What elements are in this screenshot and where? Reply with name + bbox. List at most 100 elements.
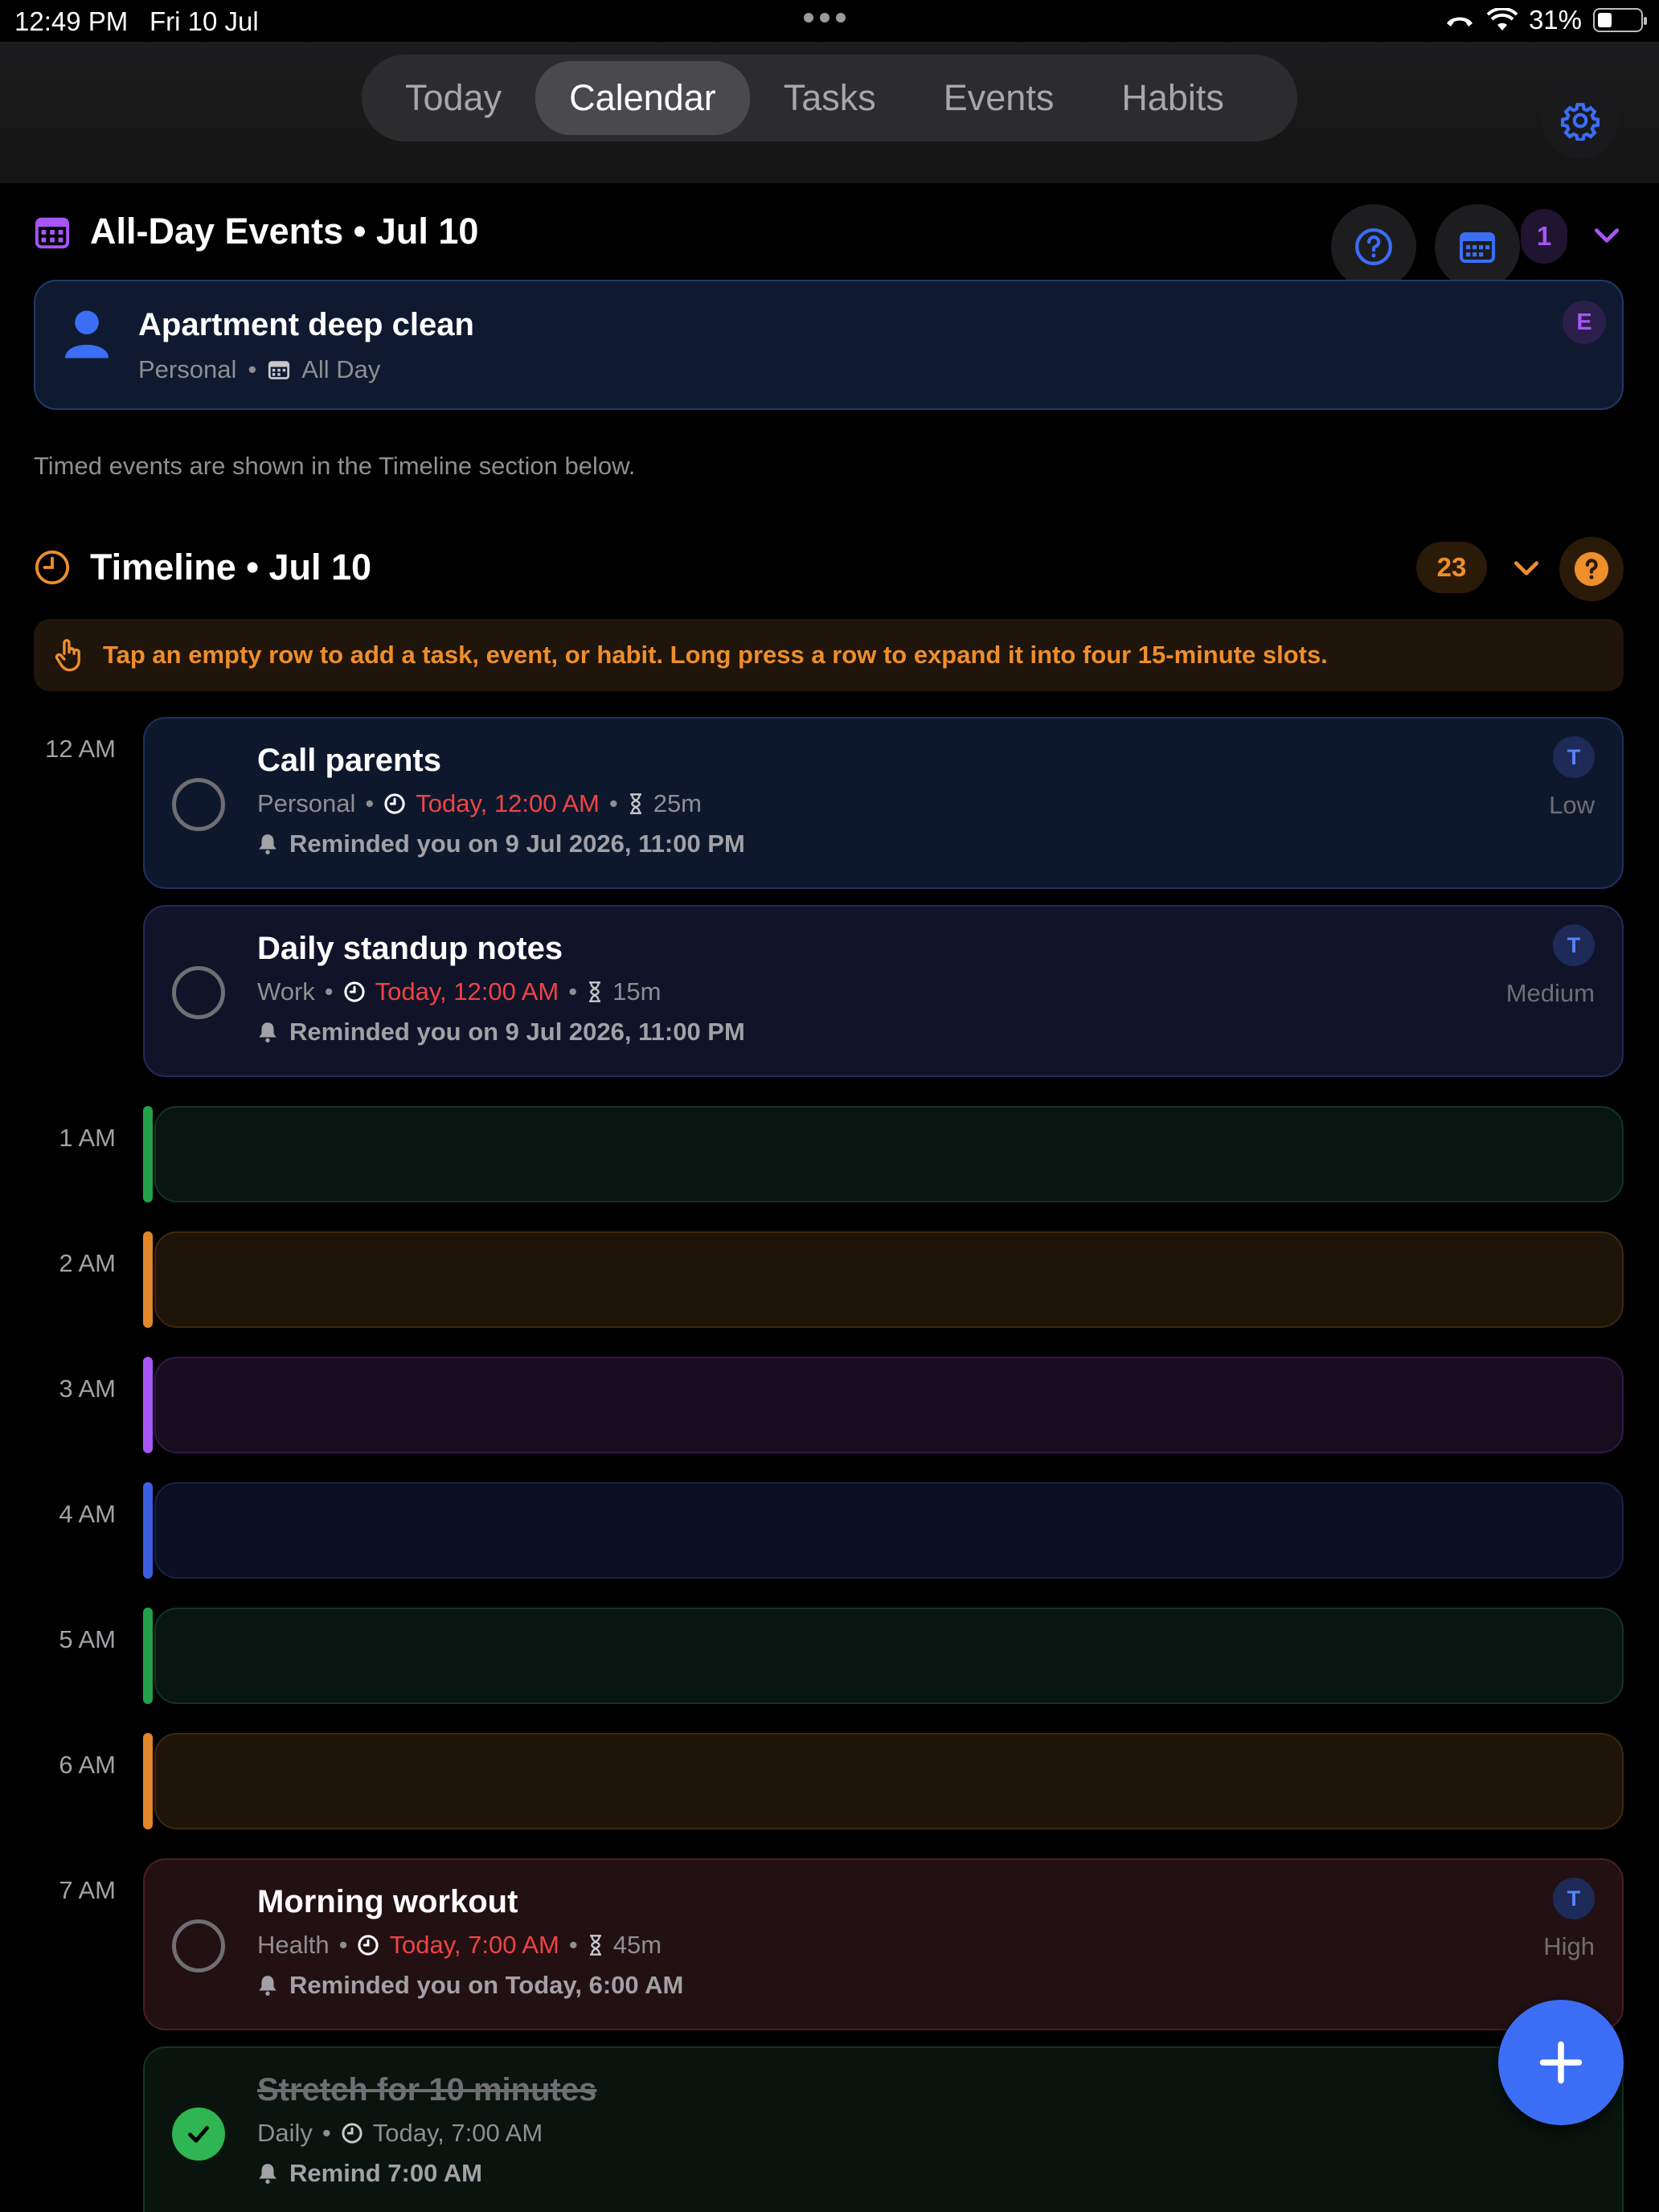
all-day-header: All-Day Events • Jul 10: [34, 211, 478, 252]
help-icon: [1355, 228, 1392, 265]
gear-icon: [1561, 103, 1600, 141]
task-card-daily-standup[interactable]: Daily standup notes Work • Today, 12:00 …: [143, 905, 1624, 1077]
bell-icon: [259, 1022, 276, 1043]
task-title: Daily standup notes: [257, 931, 563, 966]
empty-slot-5am[interactable]: [143, 1608, 1624, 1704]
habit-reminder: Remind 7:00 AM: [257, 2159, 482, 2188]
task-time: Today, 12:00 AM: [375, 977, 559, 1006]
empty-slot-2am[interactable]: [143, 1231, 1624, 1328]
clock-icon: [384, 793, 405, 814]
help-icon: [1574, 551, 1609, 587]
chevron-down-icon[interactable]: [1511, 556, 1542, 580]
task-type-badge: T: [1553, 1878, 1595, 1919]
task-card-call-parents[interactable]: Call parents Personal • Today, 12:00 AM …: [143, 717, 1624, 889]
hour-label: 4 AM: [59, 1500, 116, 1528]
timeline-header: Timeline • Jul 10: [34, 547, 371, 588]
tab-calendar[interactable]: Calendar: [535, 61, 750, 135]
task-card-morning-workout[interactable]: Morning workout Health • Today, 7:00 AM …: [143, 1858, 1624, 2030]
battery-icon: [1593, 8, 1647, 32]
task-meta: Health • Today, 7:00 AM • 45m: [257, 1931, 662, 1960]
all-day-count-badge: 1: [1521, 209, 1567, 264]
help-button[interactable]: [1331, 204, 1416, 289]
hour-label: 1 AM: [59, 1124, 116, 1152]
habit-card-stretch[interactable]: Stretch for 10 minutes Daily • Today, 7:…: [143, 2046, 1624, 2212]
task-reminder: Reminded you on 9 Jul 2026, 11:00 PM: [257, 830, 745, 858]
task-priority: Medium: [1505, 979, 1595, 1007]
all-day-event-card[interactable]: Apartment deep clean Personal • All Day …: [34, 280, 1624, 410]
calendar-view-button[interactable]: [1435, 204, 1520, 289]
task-priority: Low: [1549, 791, 1595, 819]
reminder-text: Reminded you on Today, 6:00 AM: [289, 1971, 684, 1999]
wifi-icon: [1486, 8, 1518, 31]
status-bar: 12:49 PM Fri 10 Jul 31%: [0, 0, 1659, 42]
add-button[interactable]: [1498, 2000, 1624, 2125]
task-checkbox[interactable]: [172, 1919, 225, 1972]
calendar-grid-icon: [1460, 232, 1495, 263]
tab-today[interactable]: Today: [371, 61, 535, 135]
task-checkbox[interactable]: [172, 778, 225, 831]
multitask-dots-icon[interactable]: [804, 13, 846, 23]
top-header: Today Calendar Tasks Events Habits: [0, 42, 1659, 183]
chevron-down-icon[interactable]: [1591, 223, 1622, 248]
tab-events[interactable]: Events: [910, 61, 1088, 135]
hour-label: 3 AM: [59, 1374, 116, 1403]
hint-text: Tap an empty row to add a task, event, o…: [103, 641, 1328, 669]
timeline-title: Timeline • Jul 10: [90, 547, 372, 588]
settings-button[interactable]: [1542, 82, 1619, 159]
task-checkbox[interactable]: [172, 966, 225, 1019]
task-category: Personal: [257, 789, 356, 817]
habit-title: Stretch for 10 minutes: [257, 2072, 597, 2108]
segmented-nav: Today Calendar Tasks Events Habits: [362, 55, 1297, 141]
task-type-badge: T: [1553, 924, 1595, 966]
task-reminder: Reminded you on Today, 6:00 AM: [257, 1971, 683, 2000]
bell-icon: [259, 2164, 276, 2184]
plus-icon: [1539, 2041, 1583, 2084]
check-icon: [188, 2126, 209, 2143]
task-reminder: Reminded you on 9 Jul 2026, 11:00 PM: [257, 1018, 745, 1047]
hour-label: 5 AM: [59, 1625, 116, 1653]
calendar-small-icon: [268, 361, 290, 379]
status-indicators: 31%: [1444, 5, 1647, 35]
task-meta: Personal • Today, 12:00 AM • 25m: [257, 789, 702, 818]
battery-percent: 31%: [1528, 5, 1582, 35]
timeline-help-button[interactable]: [1559, 537, 1624, 601]
meta-separator: •: [365, 789, 375, 817]
task-title: Call parents: [257, 743, 441, 778]
clock-icon: [342, 2123, 363, 2144]
empty-slot-1am[interactable]: [143, 1106, 1624, 1202]
reminder-text: Reminded you on 9 Jul 2026, 11:00 PM: [289, 1018, 745, 1046]
meta-separator: •: [248, 355, 257, 383]
call-icon: [1446, 17, 1473, 27]
empty-slot-3am[interactable]: [143, 1357, 1624, 1453]
tab-tasks[interactable]: Tasks: [750, 61, 910, 135]
hour-label: 12 AM: [45, 735, 116, 763]
bell-icon: [259, 834, 276, 854]
task-duration: 15m: [612, 977, 662, 1006]
meta-separator: •: [568, 1931, 578, 1959]
status-time: 12:49 PM: [14, 6, 129, 36]
clock-icon: [358, 1935, 379, 1956]
event-category: Personal: [138, 355, 237, 383]
clock-icon: [344, 981, 365, 1002]
meta-separator: •: [324, 977, 334, 1006]
meta-separator: •: [338, 1931, 348, 1959]
empty-slot-4am[interactable]: [143, 1482, 1624, 1579]
habit-time: Today, 7:00 AM: [372, 2119, 543, 2147]
habit-checkbox-checked[interactable]: [172, 2108, 225, 2161]
habit-meta: Daily • Today, 7:00 AM: [257, 2119, 543, 2148]
task-duration: 25m: [653, 789, 703, 817]
calendar-icon: [35, 217, 70, 249]
habit-frequency: Daily: [257, 2119, 313, 2147]
person-icon: [64, 310, 109, 358]
tab-habits[interactable]: Habits: [1088, 61, 1258, 135]
meta-separator: •: [322, 2119, 331, 2147]
empty-slot-6am[interactable]: [143, 1733, 1624, 1829]
task-duration: 45m: [612, 1931, 662, 1959]
reminder-text: Reminded you on 9 Jul 2026, 11:00 PM: [289, 830, 745, 858]
task-meta: Work • Today, 12:00 AM • 15m: [257, 977, 661, 1006]
timeline-count-badge: 23: [1416, 542, 1487, 593]
event-meta: Personal • All Day: [138, 355, 380, 384]
hourglass-icon: [629, 793, 641, 814]
meta-separator: •: [608, 789, 618, 817]
timed-events-note: Timed events are shown in the Timeline s…: [34, 452, 636, 480]
